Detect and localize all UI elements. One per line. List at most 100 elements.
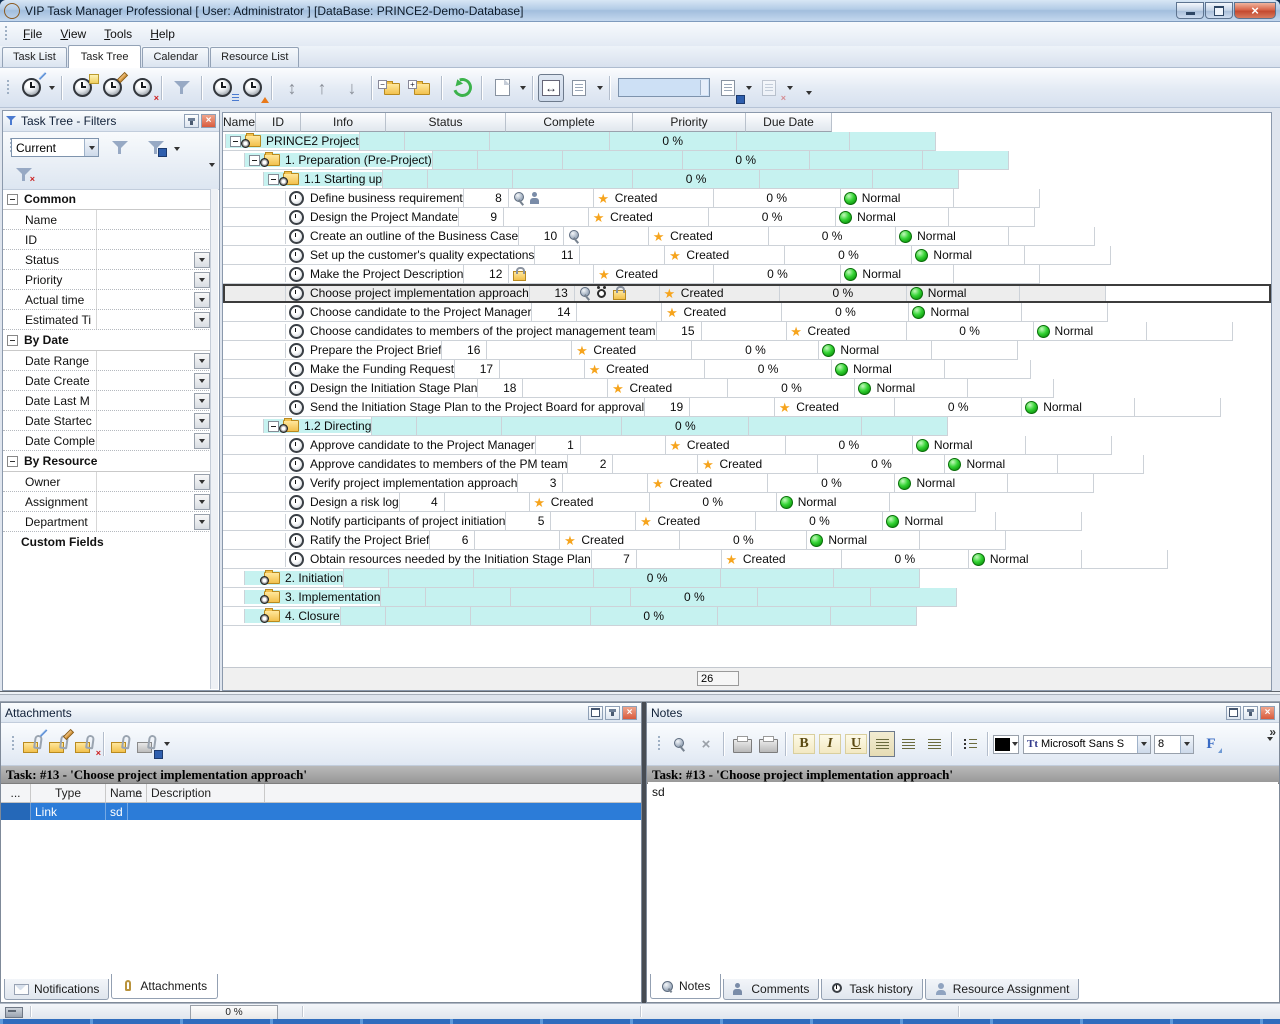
view-tab[interactable]: Task Tree [68, 45, 142, 68]
task-fields-button[interactable] [207, 74, 237, 102]
filter-row[interactable]: Name [3, 210, 211, 230]
close-button[interactable]: × [1234, 2, 1276, 19]
maximize-panel-button[interactable] [588, 706, 603, 720]
font-family-combobox[interactable]: Tt Microsoft Sans S [1023, 735, 1151, 754]
table-row[interactable]: Design a risk log 4 ★Created 0 % Normal [223, 493, 1271, 512]
filter-row[interactable]: Owner [3, 472, 211, 492]
delete-task-button[interactable] [127, 74, 157, 102]
clear-filter-button[interactable] [11, 162, 37, 186]
edit-task-button[interactable] [97, 74, 127, 102]
column-header-complete[interactable]: Complete [506, 113, 633, 132]
panel-tab[interactable]: Task history [821, 979, 922, 1000]
filter-preset-dropdown[interactable] [84, 139, 98, 156]
column-header-description[interactable]: Description [147, 784, 265, 802]
menu-item[interactable]: File [14, 24, 51, 44]
panel-tab[interactable]: Notes [650, 974, 721, 999]
refresh-button[interactable] [447, 74, 477, 102]
filter-row[interactable]: Date Create [3, 371, 211, 391]
filter-dropdown-button[interactable] [194, 272, 210, 288]
table-row[interactable]: 3. Implementation ★ 0 % [223, 588, 1271, 607]
filter-row[interactable]: Common [3, 189, 211, 210]
move-up-button[interactable]: ↑ [307, 74, 337, 102]
table-row[interactable]: 4. Closure ★ 0 % [223, 607, 1271, 626]
column-header-type[interactable]: Type [31, 784, 106, 802]
filter-tasks-button[interactable] [167, 74, 197, 102]
font-size-dropdown[interactable] [1180, 736, 1193, 753]
filter-row[interactable]: By Date [3, 330, 211, 351]
filter-row[interactable]: Assignment [3, 492, 211, 512]
add-task-button[interactable] [67, 74, 97, 102]
save-attachment-button[interactable] [135, 731, 161, 757]
table-row[interactable]: 1. Preparation (Pre-Project) ★ 0 % [223, 151, 1271, 170]
column-header-priority[interactable]: Priority [633, 113, 746, 132]
filter-row[interactable]: ID [3, 230, 211, 250]
filter-row[interactable]: Date Comple [3, 431, 211, 451]
table-row[interactable]: PRINCE2 Project ★ 0 % [223, 132, 1271, 151]
collapse-all-button[interactable] [377, 74, 407, 102]
filter-dropdown-button[interactable] [194, 474, 210, 490]
column-header-name[interactable]: Name [223, 113, 256, 132]
export-button[interactable] [487, 74, 517, 102]
notes-toolbar-options[interactable] [1267, 741, 1273, 759]
menu-item[interactable]: Tools [95, 24, 141, 44]
font-size-combobox[interactable]: 8 [1154, 735, 1194, 754]
apply-filter-button[interactable] [107, 135, 133, 159]
window-titlebar[interactable]: VIP Task Manager Professional [ User: Ad… [0, 0, 1280, 22]
print-button[interactable] [755, 731, 781, 757]
grid-settings-button[interactable] [564, 74, 594, 102]
underline-button[interactable]: U [843, 731, 869, 757]
filter-row[interactable]: Status [3, 250, 211, 270]
new-task-dropdown[interactable] [46, 74, 57, 102]
filter-dropdown-button[interactable] [194, 312, 210, 328]
filter-row[interactable]: Custom Fields [3, 532, 211, 552]
panel-tab[interactable]: Notifications [4, 979, 109, 1000]
table-row[interactable]: Approve candidate to the Project Manager… [223, 436, 1271, 455]
open-attachment-button[interactable] [109, 731, 135, 757]
fit-columns-button[interactable]: ↔ [538, 74, 564, 102]
add-attachment-button[interactable] [21, 731, 47, 757]
bullet-list-button[interactable] [957, 731, 983, 757]
column-header-due-date[interactable]: Due Date [746, 113, 832, 132]
grid-settings-dropdown[interactable] [594, 74, 605, 102]
filter-row[interactable]: Actual time [3, 290, 211, 310]
filter-dropdown-button[interactable] [194, 393, 210, 409]
font-family-dropdown[interactable] [1137, 736, 1150, 753]
move-task-button[interactable]: ↕ [277, 74, 307, 102]
table-row[interactable]: Create an outline of the Business Case 1… [223, 227, 1271, 246]
table-row[interactable]: Approve candidates to members of the PM … [223, 455, 1271, 474]
table-row[interactable]: Verify project implementation approach 3… [223, 474, 1271, 493]
table-row[interactable]: Make the Funding Request 17 ★Created 0 %… [223, 360, 1271, 379]
maximize-panel-button[interactable] [1226, 706, 1241, 720]
filter-row[interactable]: Date Last M [3, 391, 211, 411]
pin-panel-button[interactable] [184, 114, 199, 128]
layout-combobox[interactable] [618, 78, 710, 97]
restore-button[interactable] [1205, 2, 1233, 19]
table-row[interactable]: Design the Initiation Stage Plan 18 ★Cre… [223, 379, 1271, 398]
table-row[interactable]: Obtain resources needed by the Initiatio… [223, 550, 1271, 569]
bold-button[interactable]: B [791, 731, 817, 757]
filter-dropdown-button[interactable] [194, 413, 210, 429]
export-dropdown[interactable] [517, 74, 528, 102]
pin-panel-button[interactable] [605, 706, 620, 720]
save-filter-dropdown[interactable] [171, 135, 182, 163]
view-tab[interactable]: Task List [2, 47, 67, 67]
table-row[interactable]: 1.1 Starting up ★ 0 % [223, 170, 1271, 189]
italic-button[interactable]: I [817, 731, 843, 757]
font-dialog-button[interactable]: F [1198, 731, 1224, 757]
close-panel-button[interactable]: × [201, 114, 216, 128]
filter-preset-combobox[interactable]: Current [11, 138, 99, 157]
filter-dropdown-button[interactable] [194, 252, 210, 268]
collapse-box-icon[interactable] [7, 456, 18, 467]
pin-panel-button[interactable] [1243, 706, 1258, 720]
collapse-expander-icon[interactable] [249, 155, 260, 166]
table-row[interactable]: Set up the customer's quality expectatio… [223, 246, 1271, 265]
panel-tab[interactable]: Comments [723, 979, 819, 1000]
panel-tab[interactable]: Attachments [111, 974, 218, 999]
panel-tab[interactable]: Resource Assignment [925, 979, 1080, 1000]
edit-attachment-button[interactable] [47, 731, 73, 757]
filter-dropdown-button[interactable] [194, 292, 210, 308]
align-right-button[interactable] [921, 731, 947, 757]
collapse-expander-icon[interactable] [230, 136, 241, 147]
column-header-id[interactable]: ID [256, 113, 301, 132]
new-task-button[interactable] [16, 74, 46, 102]
